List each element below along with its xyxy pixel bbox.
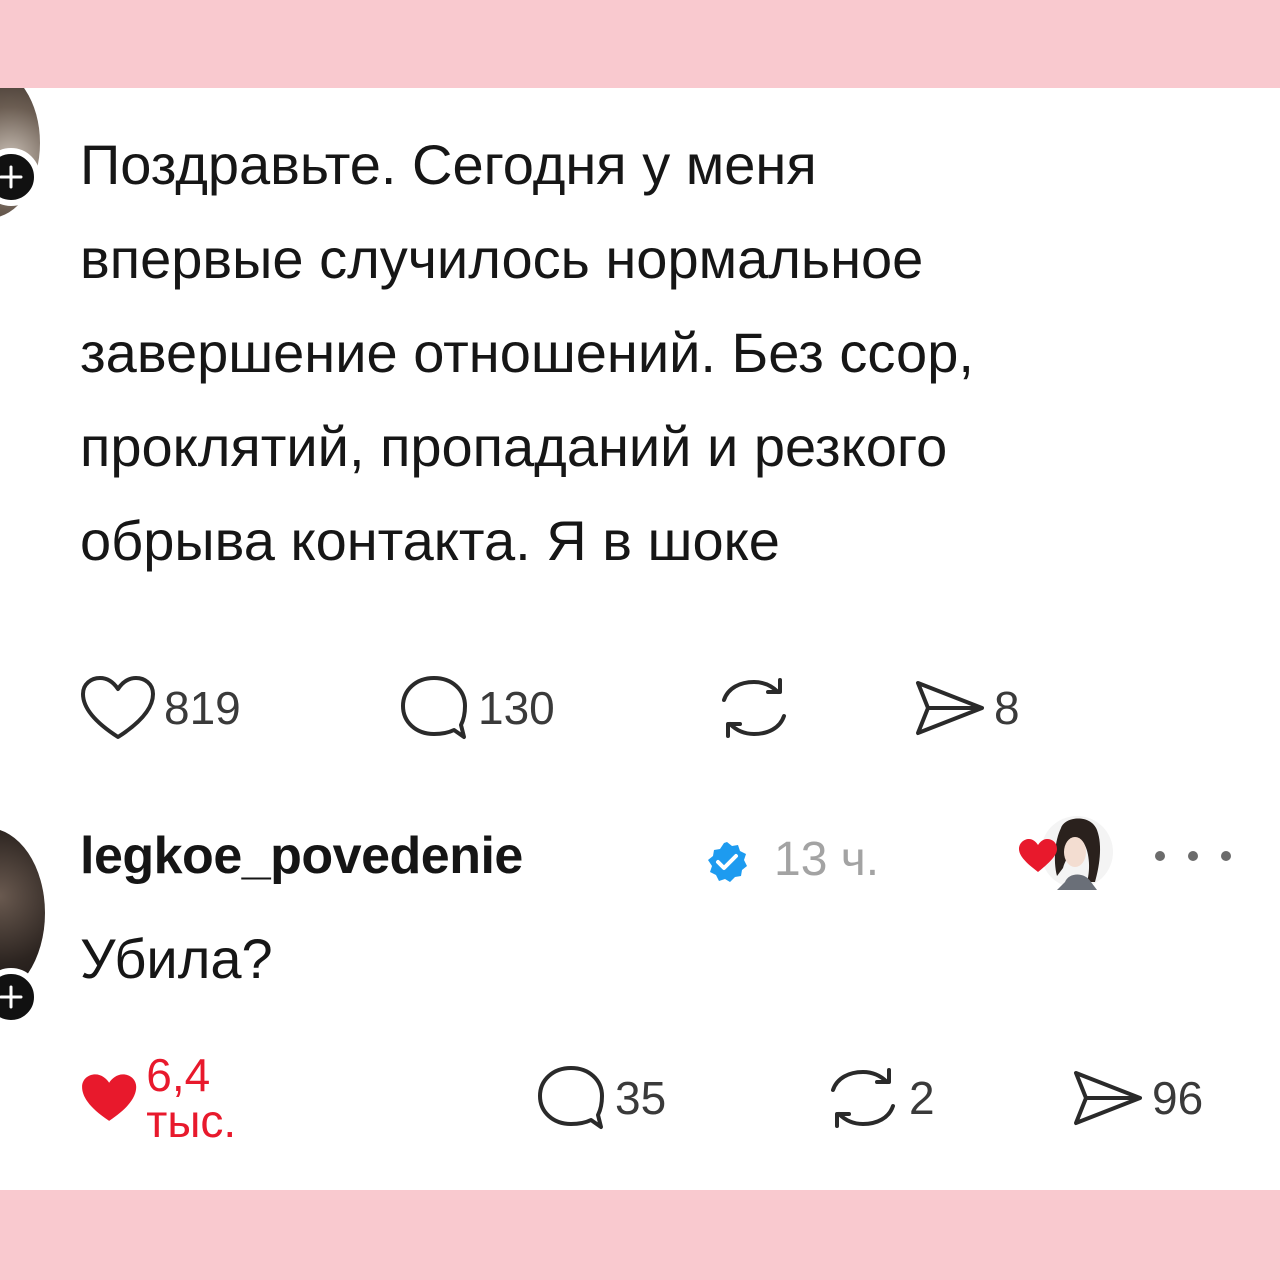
- repost-icon: [831, 1068, 895, 1128]
- share-count: 96: [1152, 1072, 1204, 1124]
- post-text-line: впервые случилось нормальное: [80, 227, 924, 290]
- share-button[interactable]: 8: [912, 668, 1020, 748]
- share-count: 8: [994, 682, 1020, 734]
- repost-button[interactable]: [716, 668, 800, 748]
- repost-count: 2: [909, 1072, 935, 1124]
- share-icon: [1074, 1071, 1142, 1125]
- comment-count: 35: [615, 1072, 667, 1124]
- comment-icon: [538, 1066, 604, 1129]
- post-text-line: проклятий, пропаданий и резкого: [80, 415, 948, 478]
- heart-icon: [81, 676, 155, 739]
- like-count: 819: [164, 682, 241, 734]
- comment-button[interactable]: 130: [398, 668, 555, 748]
- timestamp: 13 ч.: [774, 833, 880, 886]
- share-icon: [916, 681, 984, 735]
- like-button[interactable]: 819: [80, 668, 241, 748]
- verified-badge-icon: [708, 842, 747, 882]
- like-button[interactable]: 6,4 тыс.: [80, 1052, 262, 1144]
- post-text-line: завершение отношений. Без ссор,: [80, 321, 974, 384]
- post-text-line: обрыва контакта. Я в шоке: [80, 509, 780, 572]
- more-icon[interactable]: [1150, 846, 1236, 866]
- like-count: 6,4 тыс.: [146, 1049, 237, 1147]
- username[interactable]: legkoe_povedenie: [80, 826, 523, 886]
- heart-icon: [82, 1074, 137, 1121]
- repost-button[interactable]: 2: [825, 1058, 935, 1138]
- comment-button[interactable]: 35: [535, 1058, 666, 1138]
- post-text: Поздравьте. Сегодня у меня впервые случи…: [80, 118, 1260, 588]
- plus-icon: [0, 165, 23, 189]
- comment-icon: [401, 676, 467, 739]
- follow-plus-button[interactable]: [0, 968, 40, 1026]
- reply-header: legkoe_povedenie 13 ч.: [80, 816, 1250, 898]
- reply-text: Убила?: [80, 927, 273, 990]
- plus-icon: [0, 985, 23, 1009]
- share-button[interactable]: 96: [1070, 1058, 1203, 1138]
- comment-count: 130: [478, 682, 555, 734]
- repost-icon: [722, 678, 786, 738]
- post-text-line: Поздравьте. Сегодня у меня: [80, 133, 817, 196]
- author-liked-avatar-icon: [1019, 816, 1113, 890]
- thread-panel: Поздравьте. Сегодня у меня впервые случи…: [0, 88, 1280, 1190]
